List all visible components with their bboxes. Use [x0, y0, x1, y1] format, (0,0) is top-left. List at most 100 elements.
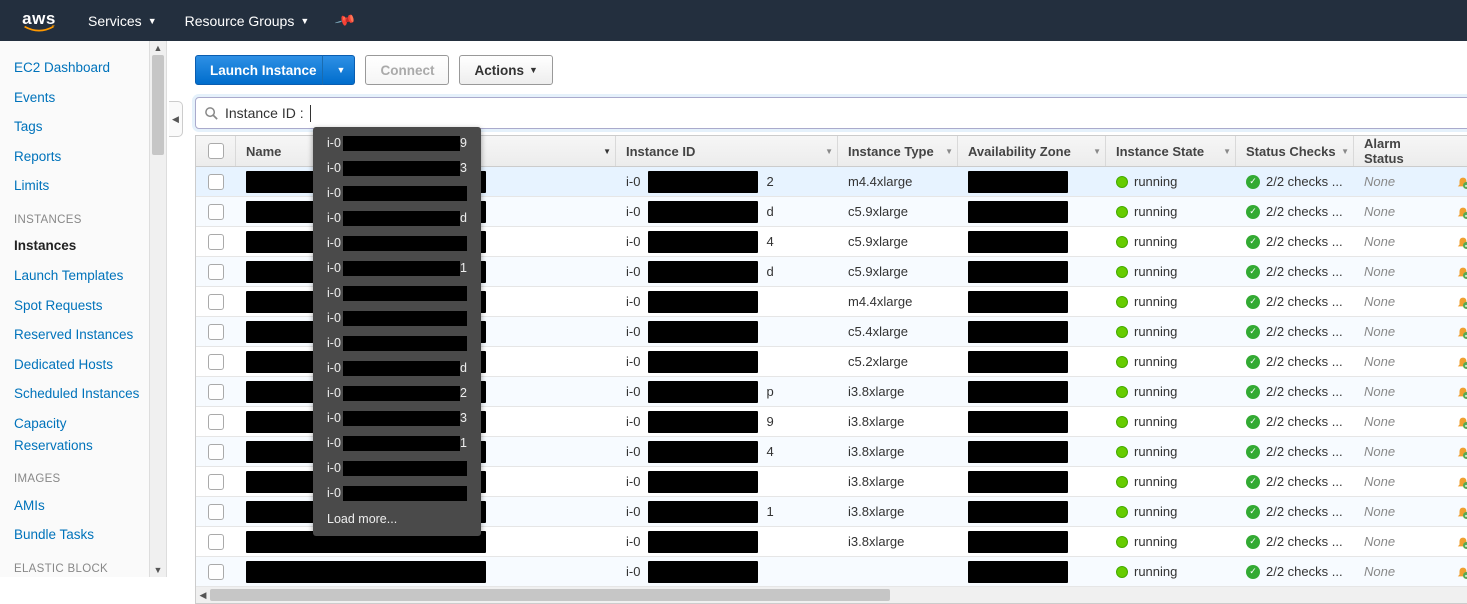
redacted [648, 501, 758, 523]
sidebar-item-reserved-instances[interactable]: Reserved Instances [6, 320, 149, 350]
collapse-sidebar-button[interactable]: ◀ [169, 101, 183, 137]
row-checkbox[interactable] [208, 354, 224, 370]
sidebar-item-capacity-reservations[interactable]: Capacity Reservations [6, 409, 149, 460]
col-instance-type[interactable]: Instance Type▼ [838, 136, 958, 166]
col-instance-id[interactable]: Instance ID▼ [616, 136, 838, 166]
cell-instance-type: m4.4xlarge [838, 174, 958, 189]
sidebar-item-amis[interactable]: AMIs [6, 491, 149, 521]
add-alarm-icon[interactable] [1456, 565, 1467, 579]
autocomplete-option[interactable]: i-09 [313, 131, 481, 156]
autocomplete-option[interactable]: i-0 [313, 231, 481, 256]
sidebar-item-events[interactable]: Events [6, 83, 149, 113]
autocomplete-option[interactable]: i-0 [313, 181, 481, 206]
add-alarm-icon[interactable] [1456, 175, 1467, 189]
redacted [648, 231, 758, 253]
cell-instance-type: c5.9xlarge [838, 234, 958, 249]
sidebar-item-spot-requests[interactable]: Spot Requests [6, 291, 149, 321]
autocomplete-option[interactable]: i-02 [313, 381, 481, 406]
autocomplete-dropdown: i-09i-03i-0i-0di-0i-01i-0i-0i-0i-0di-02i… [313, 127, 481, 536]
filter-search-input[interactable]: Instance ID : [195, 97, 1467, 129]
sidebar-item-reports[interactable]: Reports [6, 142, 149, 172]
row-checkbox[interactable] [208, 384, 224, 400]
col-availability-zone[interactable]: Availability Zone▼ [958, 136, 1106, 166]
add-alarm-icon[interactable] [1456, 235, 1467, 249]
nav-services[interactable]: Services▼ [88, 13, 157, 29]
sidebar-item-bundle-tasks[interactable]: Bundle Tasks [6, 520, 149, 550]
add-alarm-icon[interactable] [1456, 505, 1467, 519]
autocomplete-option[interactable]: i-0d [313, 356, 481, 381]
pin-icon[interactable]: 📌 [337, 12, 354, 29]
autocomplete-option[interactable]: i-0 [313, 456, 481, 481]
cell-status-checks: ✓2/2 checks ... [1236, 474, 1354, 489]
autocomplete-option[interactable]: i-01 [313, 256, 481, 281]
aws-logo[interactable]: aws [20, 9, 58, 33]
row-checkbox[interactable] [208, 324, 224, 340]
add-alarm-icon[interactable] [1456, 325, 1467, 339]
sidebar-scrollbar[interactable]: ▲ ▼ [150, 41, 167, 577]
add-alarm-icon[interactable] [1456, 445, 1467, 459]
autocomplete-option[interactable]: i-01 [313, 431, 481, 456]
actions-button[interactable]: Actions▼ [459, 55, 552, 85]
nav-resource-groups[interactable]: Resource Groups▼ [185, 13, 310, 29]
add-alarm-icon[interactable] [1456, 475, 1467, 489]
cell-instance-type: i3.8xlarge [838, 474, 958, 489]
autocomplete-option[interactable]: i-03 [313, 156, 481, 181]
add-alarm-icon[interactable] [1456, 415, 1467, 429]
row-checkbox[interactable] [208, 504, 224, 520]
scroll-thumb[interactable] [210, 589, 890, 601]
row-checkbox[interactable] [208, 444, 224, 460]
row-checkbox[interactable] [208, 474, 224, 490]
launch-instance-dropdown[interactable]: ▼ [322, 55, 356, 85]
sidebar-item-tags[interactable]: Tags [6, 112, 149, 142]
sort-icon: ▼ [825, 147, 833, 156]
scroll-up-icon[interactable]: ▲ [150, 41, 166, 55]
cell-instance-state: running [1106, 294, 1236, 309]
redacted [648, 171, 758, 193]
launch-instance-button[interactable]: Launch Instance [195, 55, 332, 85]
add-alarm-icon[interactable] [1456, 355, 1467, 369]
autocomplete-option[interactable]: i-0d [313, 206, 481, 231]
sidebar-item-scheduled-instances[interactable]: Scheduled Instances [6, 379, 149, 409]
select-all-checkbox[interactable] [208, 143, 224, 159]
autocomplete-option[interactable]: i-0 [313, 331, 481, 356]
row-checkbox[interactable] [208, 564, 224, 580]
autocomplete-option[interactable]: i-0 [313, 281, 481, 306]
row-checkbox[interactable] [208, 204, 224, 220]
row-checkbox[interactable] [208, 294, 224, 310]
add-alarm-icon[interactable] [1456, 535, 1467, 549]
state-running-icon [1116, 416, 1128, 428]
autocomplete-option[interactable]: i-0 [313, 481, 481, 506]
autocomplete-load-more[interactable]: Load more... [313, 506, 481, 532]
add-alarm-icon[interactable] [1456, 265, 1467, 279]
sidebar-item-ec2-dashboard[interactable]: EC2 Dashboard [6, 53, 149, 83]
col-instance-state[interactable]: Instance State▼ [1106, 136, 1236, 166]
sidebar-item-dedicated-hosts[interactable]: Dedicated Hosts [6, 350, 149, 380]
scroll-left-icon[interactable]: ◀ [196, 587, 210, 603]
scroll-down-icon[interactable]: ▼ [150, 563, 166, 577]
row-checkbox[interactable] [208, 264, 224, 280]
table-row[interactable]: i-0running✓2/2 checks ...None [196, 557, 1467, 587]
sidebar-item-launch-templates[interactable]: Launch Templates [6, 261, 149, 291]
sort-icon: ▼ [1093, 147, 1101, 156]
cell-status-checks: ✓2/2 checks ... [1236, 354, 1354, 369]
row-checkbox[interactable] [208, 534, 224, 550]
sidebar-item-limits[interactable]: Limits [6, 171, 149, 201]
row-checkbox[interactable] [208, 174, 224, 190]
col-alarm-status[interactable]: Alarm Status [1354, 136, 1446, 166]
row-checkbox[interactable] [208, 414, 224, 430]
row-checkbox[interactable] [208, 234, 224, 250]
autocomplete-option[interactable]: i-03 [313, 406, 481, 431]
autocomplete-option[interactable]: i-0 [313, 306, 481, 331]
caret-down-icon: ▼ [300, 16, 309, 26]
horizontal-scrollbar[interactable]: ◀ ▶ [195, 587, 1467, 604]
col-status-checks[interactable]: Status Checks▼ [1236, 136, 1354, 166]
add-alarm-icon[interactable] [1456, 295, 1467, 309]
check-pass-icon: ✓ [1246, 265, 1260, 279]
state-running-icon [1116, 206, 1128, 218]
add-alarm-icon[interactable] [1456, 385, 1467, 399]
connect-button: Connect [365, 55, 449, 85]
sidebar-item-instances[interactable]: Instances [6, 231, 149, 261]
scroll-thumb[interactable] [152, 55, 164, 155]
add-alarm-icon[interactable] [1456, 205, 1467, 219]
cell-status-checks: ✓2/2 checks ... [1236, 264, 1354, 279]
